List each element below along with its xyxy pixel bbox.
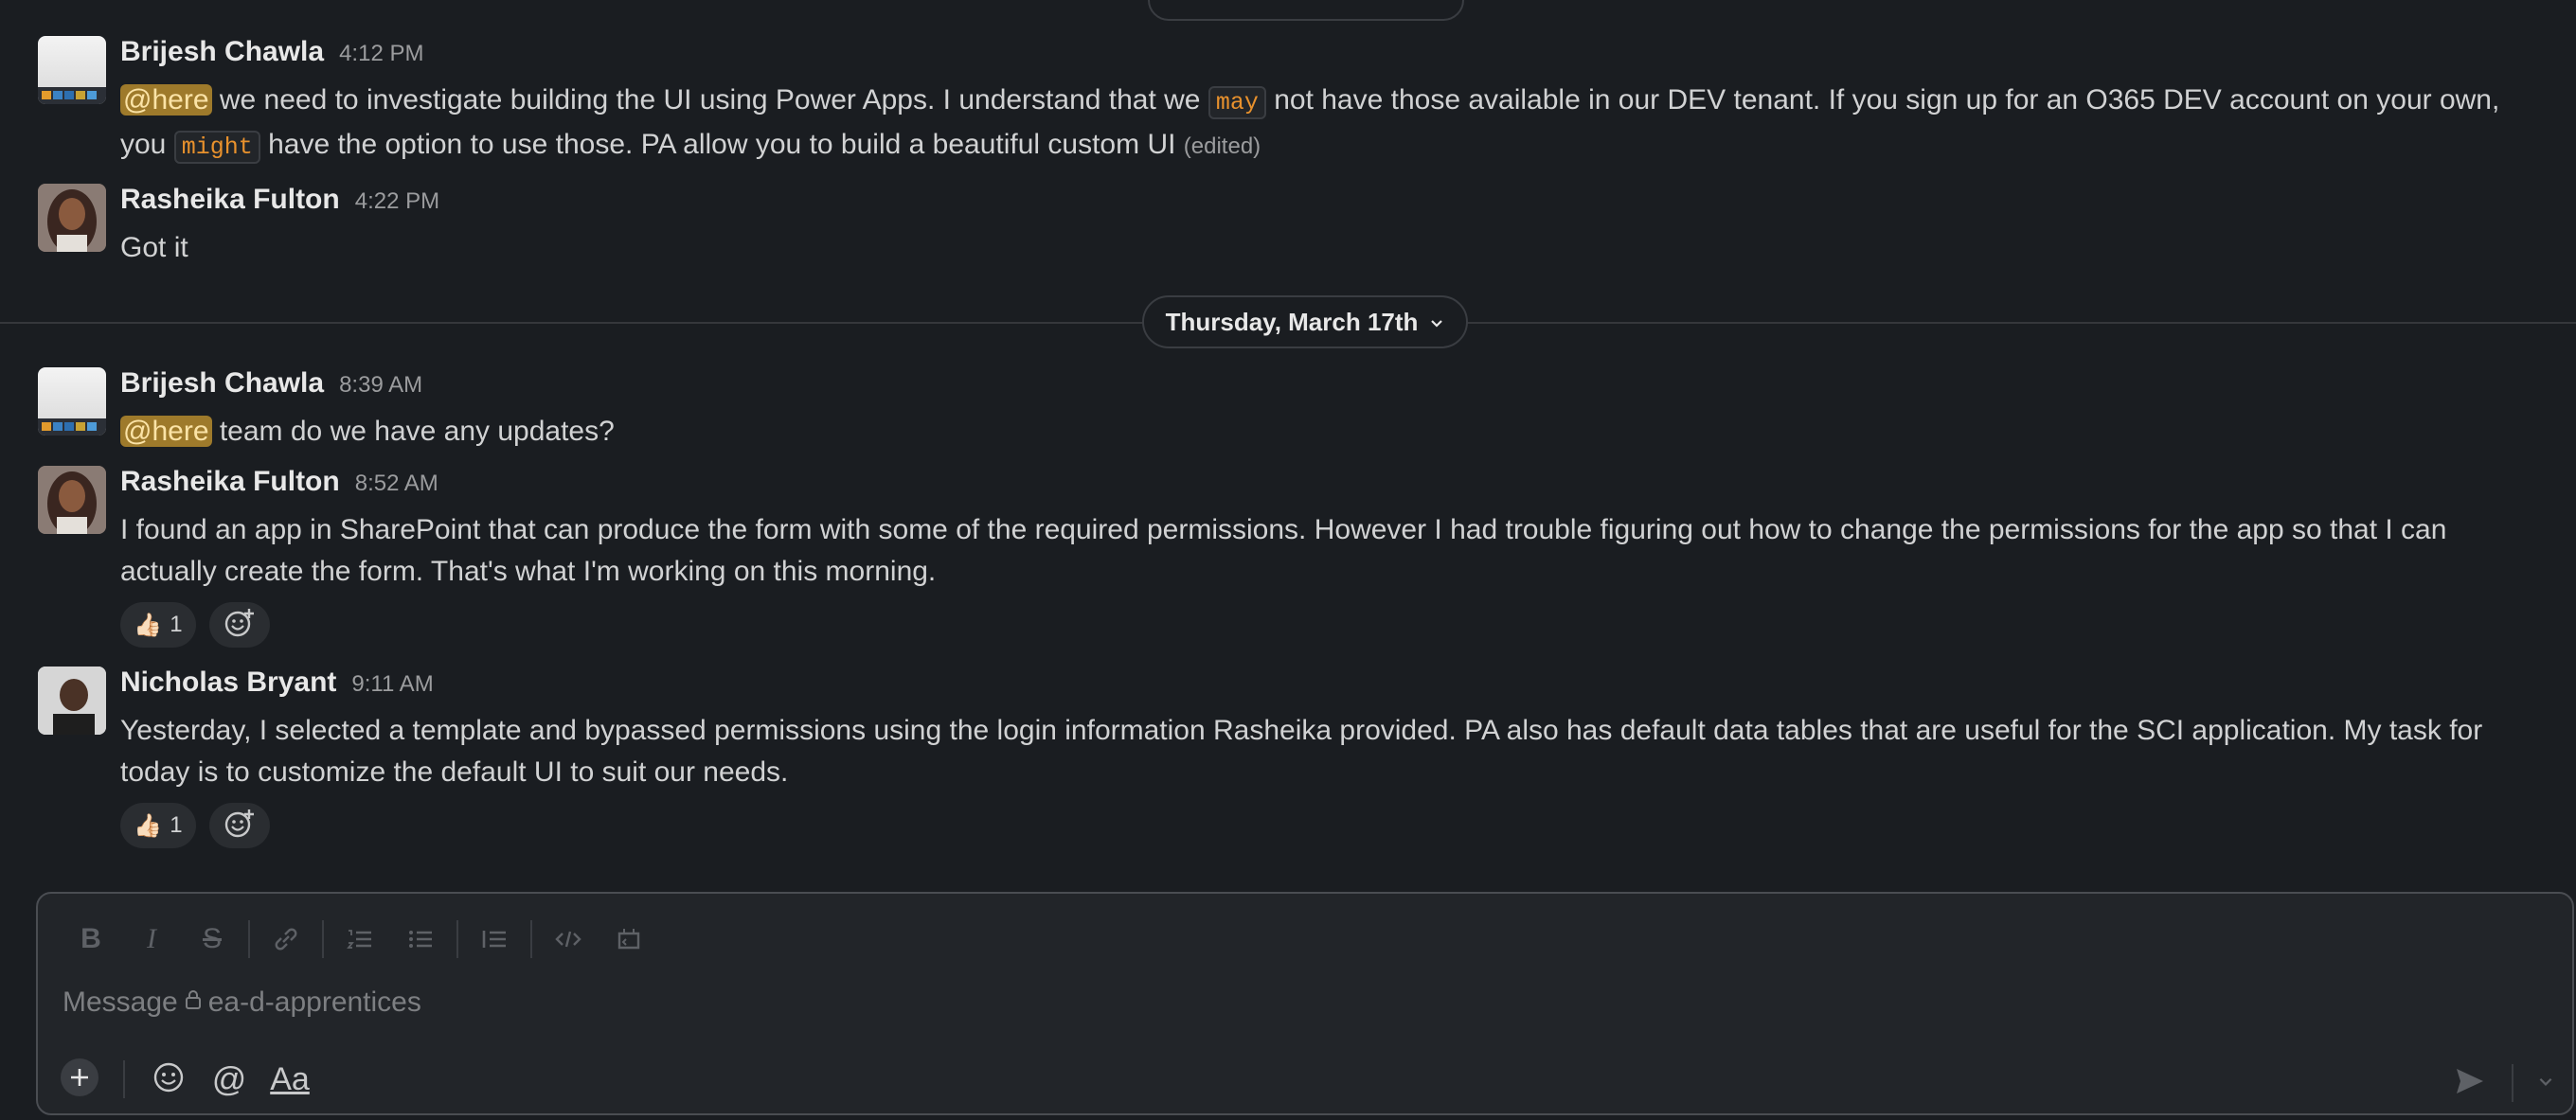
author-name[interactable]: Brijesh Chawla: [120, 36, 324, 68]
ordered-list-icon[interactable]: [330, 916, 390, 962]
send-controls: [2443, 1057, 2563, 1110]
message-text: Got it: [120, 232, 188, 263]
message-text: @here team do we have any updates?: [120, 411, 2538, 453]
message-text: I found an app in SharePoint that can pr…: [120, 514, 2447, 587]
mention-button[interactable]: @: [203, 1053, 256, 1106]
toolbar-divider: [322, 920, 324, 958]
strikethrough-icon[interactable]: S: [182, 916, 242, 962]
author-name[interactable]: Rasheika Fulton: [120, 466, 340, 498]
reaction-count: 1: [170, 612, 183, 637]
thumbs-up-icon: 👍🏻: [134, 612, 163, 638]
toolbar-divider: [530, 920, 532, 958]
reactions-bar: 👍🏻 1: [120, 602, 2538, 648]
date-divider-previous[interactable]: [1148, 0, 1464, 21]
lock-icon: [184, 987, 203, 1019]
toolbar-divider: [2512, 1064, 2513, 1102]
message-text-segment: we need to investigate building the UI u…: [211, 84, 1208, 116]
reaction-thumbs-up[interactable]: 👍🏻 1: [120, 602, 196, 648]
formatting-toggle-button[interactable]: Aa: [263, 1053, 316, 1106]
author-name[interactable]: Nicholas Bryant: [120, 667, 336, 699]
message: Rasheika Fulton 4:22 PM Got it: [38, 184, 2538, 269]
message: Brijesh Chawla 8:39 AM @here team do we …: [38, 367, 2538, 453]
author-name[interactable]: Rasheika Fulton: [120, 184, 340, 216]
toolbar-divider: [248, 920, 250, 958]
here-mention[interactable]: @here: [120, 84, 212, 116]
composer-actions: @ Aa: [53, 1053, 316, 1106]
bulleted-list-icon[interactable]: [390, 916, 451, 962]
author-name[interactable]: Brijesh Chawla: [120, 367, 324, 400]
inline-code: might: [173, 131, 260, 164]
edited-label: (edited): [1183, 133, 1261, 159]
bold-icon[interactable]: B: [61, 916, 121, 962]
date-divider-button[interactable]: Thursday, March 17th: [1142, 295, 1468, 348]
inline-code: may: [1208, 86, 1266, 119]
avatar[interactable]: [38, 367, 106, 436]
attach-button[interactable]: [53, 1053, 106, 1106]
avatar[interactable]: [38, 36, 106, 104]
timestamp[interactable]: 4:22 PM: [355, 188, 439, 215]
channel-name: ea-d-apprentices: [207, 987, 421, 1018]
timestamp[interactable]: 9:11 AM: [351, 671, 433, 698]
add-reaction-icon: [224, 607, 256, 644]
message-text-segment: have the option to use those. PA allow y…: [259, 129, 1184, 160]
toolbar-divider: [123, 1060, 125, 1098]
emoji-button[interactable]: [142, 1053, 195, 1106]
send-button[interactable]: [2443, 1057, 2496, 1110]
thumbs-up-icon: 👍🏻: [134, 812, 163, 839]
timestamp[interactable]: 8:52 AM: [355, 471, 438, 497]
blockquote-icon[interactable]: [464, 916, 525, 962]
date-divider-label: Thursday, March 17th: [1165, 307, 1419, 336]
message-text-segment: team do we have any updates?: [211, 416, 615, 447]
add-reaction-button[interactable]: [209, 803, 270, 848]
format-label: Aa: [270, 1060, 310, 1097]
timestamp[interactable]: 8:39 AM: [339, 372, 422, 399]
message-composer[interactable]: B I S Message ea-d-apprentices @ Aa: [36, 892, 2574, 1115]
chevron-down-icon: [1429, 308, 1444, 337]
code-icon[interactable]: [538, 916, 599, 962]
emoji-icon: [152, 1061, 185, 1098]
avatar[interactable]: [38, 184, 106, 252]
formatting-toolbar: B I S: [61, 916, 659, 962]
message: Nicholas Bryant 9:11 AM Yesterday, I sel…: [38, 667, 2538, 848]
message: Brijesh Chawla 4:12 PM @here we need to …: [38, 36, 2538, 169]
link-icon[interactable]: [256, 916, 316, 962]
send-options-button[interactable]: [2529, 1057, 2563, 1110]
add-reaction-icon: [224, 808, 256, 844]
toolbar-divider: [456, 920, 458, 958]
plus-icon: [59, 1057, 100, 1103]
message-input[interactable]: Message ea-d-apprentices: [63, 987, 421, 1019]
send-icon: [2454, 1065, 2486, 1102]
italic-icon[interactable]: I: [121, 916, 182, 962]
chevron-down-icon: [2537, 1073, 2554, 1094]
placeholder-prefix: Message: [63, 987, 178, 1018]
reactions-bar: 👍🏻 1: [120, 803, 2538, 848]
message-text: Yesterday, I selected a template and byp…: [120, 715, 2483, 788]
reaction-thumbs-up[interactable]: 👍🏻 1: [120, 803, 196, 848]
message: Rasheika Fulton 8:52 AM I found an app i…: [38, 466, 2538, 648]
timestamp[interactable]: 4:12 PM: [339, 41, 423, 67]
here-mention[interactable]: @here: [120, 416, 212, 447]
code-block-icon[interactable]: [599, 916, 659, 962]
avatar[interactable]: [38, 466, 106, 534]
avatar[interactable]: [38, 667, 106, 735]
at-sign-icon: @: [211, 1059, 247, 1098]
reaction-count: 1: [170, 812, 183, 838]
message-text: @here we need to investigate building th…: [120, 80, 2538, 169]
add-reaction-button[interactable]: [209, 602, 270, 648]
